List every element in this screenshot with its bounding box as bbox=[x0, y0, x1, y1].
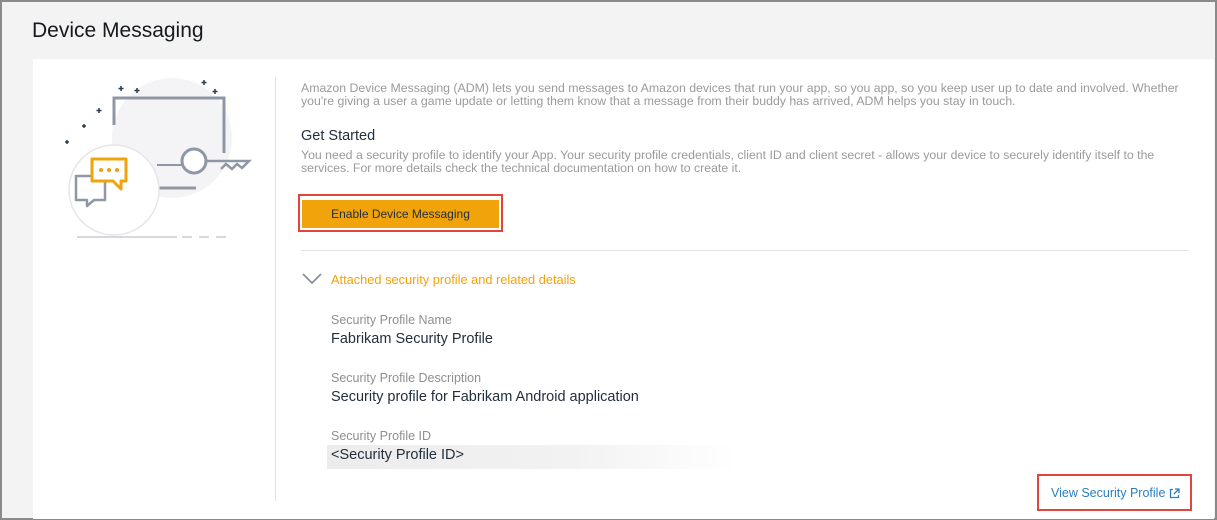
section-divider bbox=[301, 250, 1188, 251]
column-divider bbox=[275, 77, 276, 501]
view-security-profile-label: View Security Profile bbox=[1051, 486, 1166, 500]
view-security-profile-link[interactable]: View Security Profile bbox=[1051, 486, 1181, 500]
get-started-text: You need a security profile to identify … bbox=[301, 148, 1155, 175]
external-link-icon bbox=[1170, 487, 1181, 498]
chevron-down-icon bbox=[302, 273, 322, 285]
window-frame: Device Messaging Amazon Device Messaging… bbox=[0, 0, 1217, 520]
profile-name-value: Fabrikam Security Profile bbox=[331, 331, 493, 347]
view-link-highlight: View Security Profile bbox=[1037, 474, 1192, 511]
device-messaging-card: Amazon Device Messaging (ADM) lets you s… bbox=[33, 59, 1214, 519]
profile-id-label: Security Profile ID bbox=[331, 429, 432, 443]
enable-device-messaging-button[interactable]: Enable Device Messaging bbox=[302, 200, 499, 228]
enable-button-highlight: Enable Device Messaging bbox=[298, 194, 503, 232]
profile-description-label: Security Profile Description bbox=[331, 371, 482, 385]
profile-name-label: Security Profile Name bbox=[331, 313, 452, 327]
security-profile-accordion[interactable]: Attached security profile and related de… bbox=[301, 267, 576, 291]
profile-id-value: <Security Profile ID> bbox=[331, 447, 464, 463]
accordion-label: Attached security profile and related de… bbox=[331, 271, 576, 287]
profile-description-value: Security profile for Fabrikam Android ap… bbox=[331, 389, 639, 405]
illustration-chat-key-icon bbox=[65, 78, 253, 238]
get-started-title: Get Started bbox=[301, 128, 376, 144]
page-title: Device Messaging bbox=[32, 19, 204, 42]
intro-text: Amazon Device Messaging (ADM) lets you s… bbox=[301, 81, 1179, 108]
